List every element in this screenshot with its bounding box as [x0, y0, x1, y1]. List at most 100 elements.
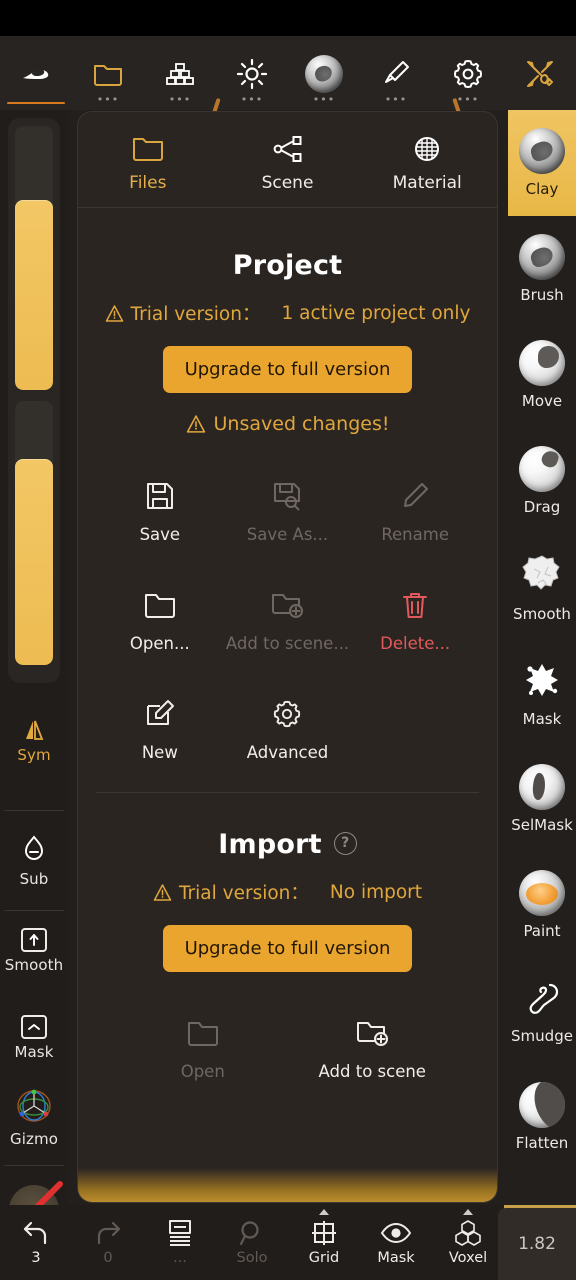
divider	[4, 910, 64, 911]
topbar-item-sculpt[interactable]	[0, 36, 72, 110]
trial-prefix: Trial version：	[130, 304, 261, 325]
clay-sphere-icon	[519, 128, 565, 174]
panel-tab-bar: Files Scene Material	[78, 112, 497, 208]
bottom-label: Mask	[377, 1250, 415, 1266]
brush-intensity-slider[interactable]	[15, 401, 53, 665]
unsaved-changes-notice: Unsaved changes!	[78, 413, 497, 435]
brush-label: Clay	[525, 180, 559, 198]
import-action-grid: Open Add to scene	[78, 998, 497, 1099]
status-bar	[0, 0, 576, 36]
action-new[interactable]: New	[96, 679, 224, 780]
pencil-icon	[404, 482, 429, 507]
sidebar-item-gizmo[interactable]: Gizmo	[0, 1082, 68, 1152]
brush-label: Flatten	[515, 1134, 569, 1152]
brush-item-smooth[interactable]: Smooth	[508, 534, 576, 640]
material-sphere-icon	[305, 55, 343, 93]
import-action-add-to-scene[interactable]: Add to scene	[288, 998, 458, 1099]
topbar-item-light[interactable]: •••	[216, 36, 288, 110]
tab-scene[interactable]: Scene	[218, 112, 358, 207]
tab-label: Scene	[261, 173, 314, 193]
bottom-item-grid[interactable]: Grid	[288, 1205, 360, 1280]
topbar-item-tools[interactable]	[504, 36, 576, 110]
brush-item-smudge[interactable]: Smudge	[508, 958, 576, 1064]
move-sphere-icon	[519, 340, 565, 386]
topbar-item-material[interactable]: •••	[288, 36, 360, 110]
project-upgrade-button[interactable]: Upgrade to full version	[162, 346, 413, 393]
action-open[interactable]: Open...	[96, 570, 224, 671]
import-trial-notice: Trial version： No import	[78, 879, 497, 905]
sidebar-item-smooth[interactable]: Smooth	[0, 916, 68, 986]
new-document-icon	[146, 699, 174, 725]
left-sidebar: Sym Sub Smooth Mask Gizmo	[0, 110, 68, 1280]
symmetry-icon	[26, 720, 44, 740]
drop-minus-icon	[25, 835, 43, 860]
action-add-to-scene[interactable]: Add to scene...	[224, 570, 352, 671]
project-trial-notice: Trial version： 1 active project only	[78, 300, 497, 326]
top-toolbar: ••• ••• ••• ••• ••• •••	[0, 36, 576, 110]
brush-label: Smooth	[513, 605, 571, 623]
topbar-item-paint[interactable]: •••	[360, 36, 432, 110]
bottom-item-mask[interactable]: Mask	[360, 1205, 432, 1280]
brush-item-clay[interactable]: Clay	[508, 110, 576, 216]
square-up-arrow-icon	[21, 928, 47, 952]
brush-item-paint[interactable]: Paint	[508, 852, 576, 958]
topbar-dots: •••	[456, 93, 480, 106]
sidebar-item-sub[interactable]: Sub	[0, 825, 68, 897]
topbar-item-layers[interactable]: •••	[144, 36, 216, 110]
action-label: Add to scene	[318, 1061, 426, 1081]
folder-plus-icon	[357, 1021, 389, 1046]
topbar-dots: •••	[96, 93, 120, 106]
tab-files[interactable]: Files	[78, 112, 218, 207]
gear-icon	[454, 60, 482, 88]
bottom-item-solo[interactable]: Solo	[216, 1205, 288, 1280]
action-save-as[interactable]: Save As...	[224, 461, 352, 562]
action-delete[interactable]: Delete...	[351, 570, 479, 671]
brush-item-drag[interactable]: Drag	[508, 428, 576, 534]
bottom-item-voxel[interactable]: Voxel	[432, 1205, 504, 1280]
action-save[interactable]: Save	[96, 461, 224, 562]
chevron-up-icon	[463, 1209, 473, 1215]
sidebar-item-sym[interactable]: Sym	[0, 710, 68, 772]
bottom-item-redo[interactable]: 0	[72, 1205, 144, 1280]
chevron-up-icon	[319, 1209, 329, 1215]
project-title: Project	[232, 250, 343, 281]
trash-icon	[403, 592, 428, 618]
sidebar-label: Smooth	[4, 956, 64, 974]
brush-item-move[interactable]: Move	[508, 322, 576, 428]
project-action-grid: Save Save As... Rename Open... Add to sc…	[78, 461, 497, 780]
brush-item-mask[interactable]: Mask	[508, 640, 576, 746]
sidebar-item-mask[interactable]: Mask	[0, 1003, 68, 1073]
help-icon[interactable]: ?	[333, 831, 357, 855]
brush-label: Mask	[522, 710, 562, 728]
bottom-label: Voxel	[448, 1250, 488, 1266]
brush-item-brush[interactable]: Brush	[508, 216, 576, 322]
folder-icon	[94, 65, 122, 86]
topbar-item-settings[interactable]: •••	[432, 36, 504, 110]
action-label: Save	[139, 524, 181, 544]
bottom-label: Grid	[308, 1250, 340, 1266]
action-advanced[interactable]: Advanced	[224, 679, 352, 780]
magnifier-icon	[239, 1221, 259, 1246]
brush-sidebar: Clay Brush Move Drag Smooth Mask SelMask…	[508, 110, 576, 1205]
topbar-item-files[interactable]: •••	[72, 36, 144, 110]
tab-material[interactable]: Material	[357, 112, 497, 207]
topbar-dots: •••	[384, 93, 408, 106]
selmask-sphere-icon	[519, 764, 565, 810]
action-rename[interactable]: Rename	[351, 461, 479, 562]
trial-detail: 1 active project only	[281, 302, 471, 324]
import-action-open[interactable]: Open	[118, 998, 288, 1099]
topbar-dots: •••	[168, 93, 192, 106]
bottom-item-undo[interactable]: 3	[0, 1205, 72, 1280]
trial-prefix: Trial version：	[178, 883, 309, 904]
import-upgrade-button[interactable]: Upgrade to full version	[162, 925, 413, 972]
action-label: Delete...	[380, 633, 451, 653]
tab-label: Material	[392, 173, 462, 193]
brush-size-slider[interactable]	[15, 126, 53, 390]
action-empty	[351, 679, 479, 780]
brush-label: Smudge	[511, 1027, 573, 1045]
version-badge: 1.82	[498, 1208, 576, 1280]
sidebar-label: Sym	[17, 746, 51, 764]
bottom-item-layers[interactable]: ...	[144, 1205, 216, 1280]
brush-item-selmask[interactable]: SelMask	[508, 746, 576, 852]
brush-item-flatten[interactable]: Flatten	[508, 1064, 576, 1170]
